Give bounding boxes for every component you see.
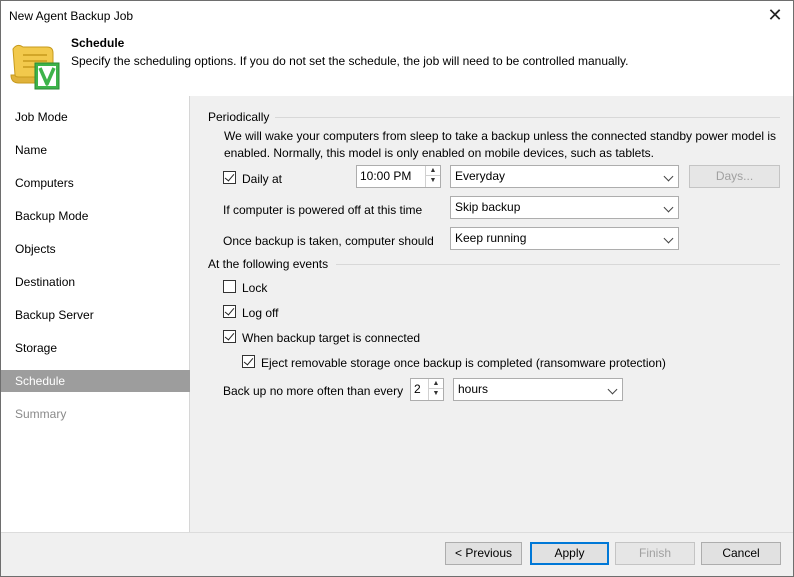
wake-info-line1: We will wake your computers from sleep t… [224,129,777,143]
page-header: Schedule Specify the scheduling options.… [1,31,793,96]
powered-off-label: If computer is powered off at this time [223,203,423,217]
daily-at-label: Daily at [242,172,283,186]
nav-item-schedule[interactable]: Schedule [1,370,190,392]
days-button: Days... [689,165,780,188]
spin-down-icon[interactable]: ▼ [429,389,443,399]
logoff-checkbox[interactable] [223,305,236,318]
events-section-label: At the following events [208,257,329,271]
apply-button[interactable]: Apply [530,542,609,565]
lock-label: Lock [242,281,268,295]
backup-target-connected-label: When backup target is connected [242,331,421,345]
spin-up-icon[interactable]: ▲ [429,379,443,389]
nav-item-objects[interactable]: Objects [1,238,190,260]
nav-item-summary: Summary [15,407,67,421]
daily-time-picker[interactable]: 10:00 PM ▲ ▼ [356,165,441,188]
backup-frequency-value: 2 [414,382,421,396]
nav-item-destination[interactable]: Destination [1,271,190,293]
nav-item-backup-mode[interactable]: Backup Mode [1,205,190,227]
powered-off-select[interactable]: Skip backup [450,196,679,219]
nav-item-name[interactable]: Name [1,139,190,161]
periodically-section-label: Periodically [208,110,270,124]
wizard-steps-sidebar: Job Mode Name Computers Backup Mode Obje… [1,96,190,532]
nav-item-backup-server[interactable]: Backup Server [1,304,190,326]
title-bar: New Agent Backup Job ✕ [1,1,793,31]
daily-time-value: 10:00 PM [360,169,412,183]
backup-frequency-stepper[interactable]: 2 ▲ ▼ [410,378,444,401]
schedule-panel: Periodically We will wake your computers… [191,96,793,532]
frequency-value: Everyday [455,169,506,183]
after-backup-select[interactable]: Keep running [450,227,679,250]
finish-button: Finish [615,542,695,565]
chevron-down-icon [663,171,674,182]
eject-storage-label: Eject removable storage once backup is c… [261,356,666,370]
close-icon[interactable]: ✕ [765,5,785,25]
time-spin-buttons: ▲ ▼ [425,166,440,187]
backup-frequency-label: Back up no more often than every [223,384,404,398]
lock-checkbox[interactable] [223,280,236,293]
previous-button[interactable]: < Previous [445,542,522,565]
frequency-spin-buttons: ▲ ▼ [428,379,443,400]
chevron-down-icon [663,233,674,244]
nav-item-computers[interactable]: Computers [1,172,190,194]
footer-divider [1,532,793,533]
window-title: New Agent Backup Job [9,9,134,23]
after-backup-value: Keep running [455,231,527,245]
nav-item-job-mode[interactable]: Job Mode [1,106,190,128]
chevron-down-icon [663,202,674,213]
backup-frequency-unit-select[interactable]: hours [453,378,623,401]
chevron-down-icon [607,384,618,395]
section-divider [336,264,780,265]
wizard-window: New Agent Backup Job ✕ Schedule Specify … [0,0,794,577]
eject-storage-checkbox[interactable] [242,355,255,368]
backup-frequency-unit-value: hours [458,382,489,396]
logoff-label: Log off [242,306,279,320]
page-title: Schedule [71,36,125,50]
backup-target-connected-checkbox[interactable] [223,330,236,343]
spin-up-icon[interactable]: ▲ [426,166,440,176]
spin-down-icon[interactable]: ▼ [426,176,440,186]
after-backup-label: Once backup is taken, computer should [223,234,434,248]
cancel-button[interactable]: Cancel [701,542,781,565]
frequency-select[interactable]: Everyday [450,165,679,188]
daily-at-checkbox[interactable] [223,171,236,184]
wake-info-line2: enabled. Normally, this model is only en… [224,146,655,160]
schedule-scroll-icon [10,44,60,90]
nav-item-storage[interactable]: Storage [1,337,190,359]
powered-off-value: Skip backup [455,200,521,214]
page-description: Specify the scheduling options. If you d… [71,54,629,68]
section-divider [275,117,780,118]
